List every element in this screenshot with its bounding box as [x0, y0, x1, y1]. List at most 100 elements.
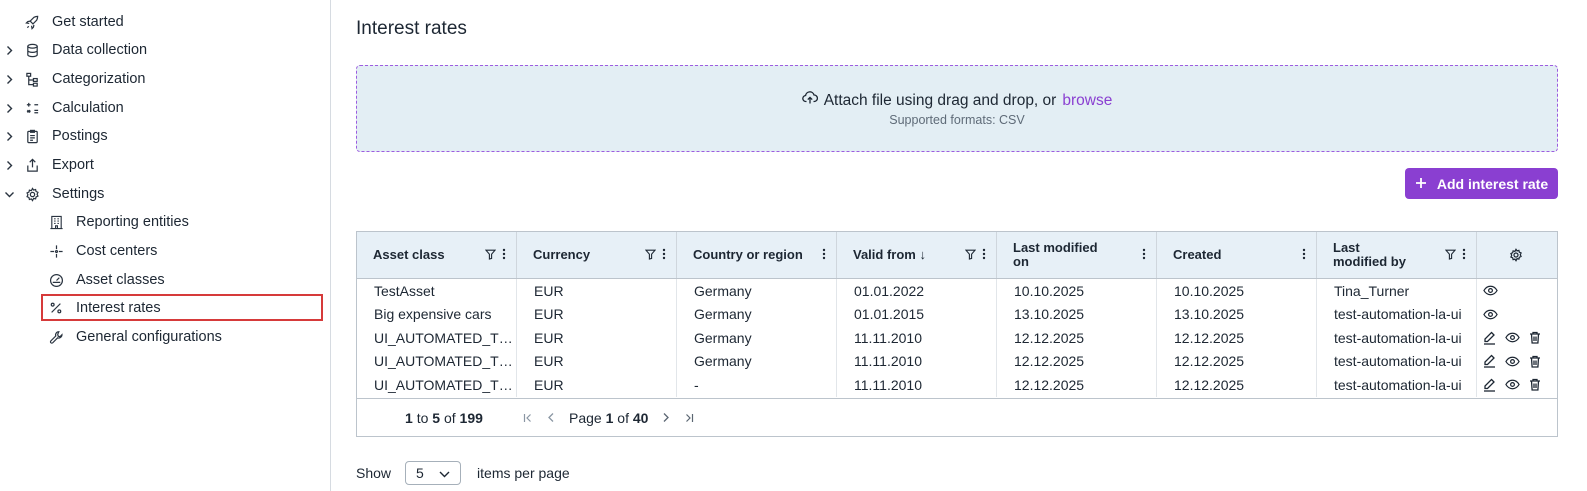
filter-icon[interactable] [1444, 247, 1457, 263]
column-header-currency[interactable]: Currency [517, 232, 677, 278]
column-menu-icon[interactable] [662, 247, 666, 263]
sidebar-item-calculation[interactable]: Calculation [0, 95, 331, 121]
items-per-page-label: items per page [477, 465, 570, 481]
export-icon [24, 157, 40, 173]
sidebar-item-label: Settings [52, 186, 105, 202]
trash-icon[interactable] [1529, 331, 1541, 344]
table-row[interactable]: Big expensive cars EUR Germany 01.01.2015 13… [357, 302, 1557, 326]
column-menu-icon[interactable] [1302, 247, 1306, 263]
total-count: 199 [459, 410, 483, 426]
range-end: 5 [432, 410, 441, 426]
sidebar-item-categorization[interactable]: Categorization [0, 66, 331, 92]
row-actions [1477, 350, 1557, 374]
sidebar: Get started Data collection Categorizati… [0, 0, 331, 491]
column-header-valid-from[interactable]: Valid from ↓ [837, 232, 997, 278]
eye-icon[interactable] [1483, 309, 1498, 320]
sidebar-item-data-collection[interactable]: Data collection [0, 37, 331, 63]
column-menu-icon[interactable] [1142, 247, 1146, 263]
eye-icon[interactable] [1505, 356, 1520, 367]
table-cell: Big expensive cars [357, 302, 517, 326]
table-cell: Germany [677, 326, 837, 350]
column-menu-icon[interactable] [1462, 247, 1466, 263]
table-row[interactable]: TestAsset EUR Germany 01.01.2022 10.10.2025 1… [357, 279, 1557, 303]
database-icon [24, 42, 40, 58]
sidebar-item-postings[interactable]: Postings [0, 123, 331, 149]
column-header-last-modified-by[interactable]: Last modified by [1317, 232, 1477, 278]
chevron-right-icon[interactable] [3, 130, 15, 142]
page-indicator: Page 1 of 40 [569, 410, 648, 426]
table-row[interactable]: UI_AUTOMATED_T… EUR -11.11.2010 12.12.2025 1… [357, 373, 1557, 397]
table-cell: 12.12.2025 [1157, 326, 1317, 350]
sidebar-item-label: Postings [52, 128, 108, 144]
page-size-select[interactable]: 5 [405, 461, 462, 485]
column-header-asset-class[interactable]: Asset class [357, 232, 517, 278]
table-cell: EUR [517, 373, 677, 397]
table-cell: test-automation-la-ui [1317, 349, 1477, 373]
table-cell: 13.10.2025 [997, 302, 1157, 326]
filter-icon[interactable] [484, 247, 497, 263]
sidebar-item-get-started[interactable]: Get started [0, 9, 331, 35]
table-cell: 11.11.2010 [837, 349, 997, 373]
page-size-control: Show 5 items per page [356, 461, 570, 485]
column-header-created[interactable]: Created [1157, 232, 1317, 278]
table-cell: test-automation-la-ui [1317, 373, 1477, 397]
column-menu-icon[interactable] [502, 247, 506, 263]
table-header: Asset class Currency Country or region V… [357, 232, 1557, 279]
gear-icon [24, 186, 40, 202]
chevron-right-icon[interactable] [3, 159, 15, 171]
sidebar-item-label: Categorization [52, 71, 146, 87]
settings-gear-icon[interactable] [1509, 248, 1523, 265]
first-page-icon[interactable] [523, 410, 533, 426]
browse-link[interactable]: browse [1062, 92, 1112, 110]
next-page-icon[interactable] [662, 410, 670, 426]
filter-icon[interactable] [644, 247, 657, 263]
filter-icon[interactable] [964, 247, 977, 263]
sidebar-item-label: Get started [52, 14, 124, 30]
table-cell: Germany [677, 302, 837, 326]
add-interest-rate-button[interactable]: Add interest rate [1405, 168, 1558, 199]
sidebar-item-settings[interactable]: Settings [0, 181, 331, 207]
sidebar-item-general-configurations[interactable]: General configurations [0, 324, 331, 350]
supported-formats: Supported formats: CSV [889, 113, 1025, 127]
of-word: of [617, 410, 629, 426]
table-row[interactable]: UI_AUTOMATED_T… EUR Germany 11.11.2010 12.12… [357, 326, 1557, 350]
last-page-icon[interactable] [684, 410, 694, 426]
chevron-right-icon[interactable] [3, 102, 15, 114]
table-cell: 01.01.2022 [837, 279, 997, 303]
table-row[interactable]: UI_AUTOMATED_T… EUR Germany 11.11.2010 12.12… [357, 349, 1557, 374]
column-header-last-modified-on[interactable]: Last modified on [997, 232, 1157, 278]
trash-icon[interactable] [1529, 355, 1541, 368]
current-page: 1 [605, 410, 614, 426]
edit-icon[interactable] [1483, 354, 1496, 368]
sidebar-item-reporting-entities[interactable]: Reporting entities [0, 209, 331, 235]
add-interest-rate-label: Add interest rate [1436, 175, 1549, 192]
chevron-right-icon[interactable] [3, 44, 15, 56]
trash-icon[interactable] [1529, 378, 1541, 391]
range-start: 1 [405, 410, 413, 426]
row-count: 1 to 5 of 199 [405, 410, 483, 426]
sidebar-item-label: Export [52, 157, 94, 173]
column-menu-icon[interactable] [982, 247, 986, 263]
eye-icon[interactable] [1505, 379, 1520, 390]
to-word: to [416, 410, 429, 426]
gauge-icon [48, 272, 64, 288]
previous-page-icon[interactable] [547, 410, 555, 426]
sidebar-item-asset-classes[interactable]: Asset classes [0, 267, 331, 293]
file-dropzone[interactable]: Attach file using drag and drop, or brow… [356, 65, 1558, 152]
table-cell: 01.01.2015 [837, 302, 997, 326]
eye-icon[interactable] [1483, 285, 1498, 296]
table-cell: 11.11.2010 [837, 326, 997, 350]
sidebar-item-cost-centers[interactable]: Cost centers [0, 238, 331, 264]
column-menu-icon[interactable] [822, 247, 826, 263]
eye-icon[interactable] [1505, 332, 1520, 343]
column-header-country[interactable]: Country or region [677, 232, 837, 278]
chevron-right-icon[interactable] [3, 73, 15, 85]
edit-icon[interactable] [1483, 331, 1496, 345]
table-cell: UI_AUTOMATED_T… [357, 326, 517, 350]
sidebar-item-export[interactable]: Export [0, 152, 331, 178]
edit-icon[interactable] [1483, 378, 1496, 392]
total-pages: 40 [632, 410, 649, 426]
show-label: Show [356, 465, 392, 481]
sidebar-item-label: Calculation [52, 100, 124, 116]
chevron-down-icon[interactable] [3, 188, 15, 200]
